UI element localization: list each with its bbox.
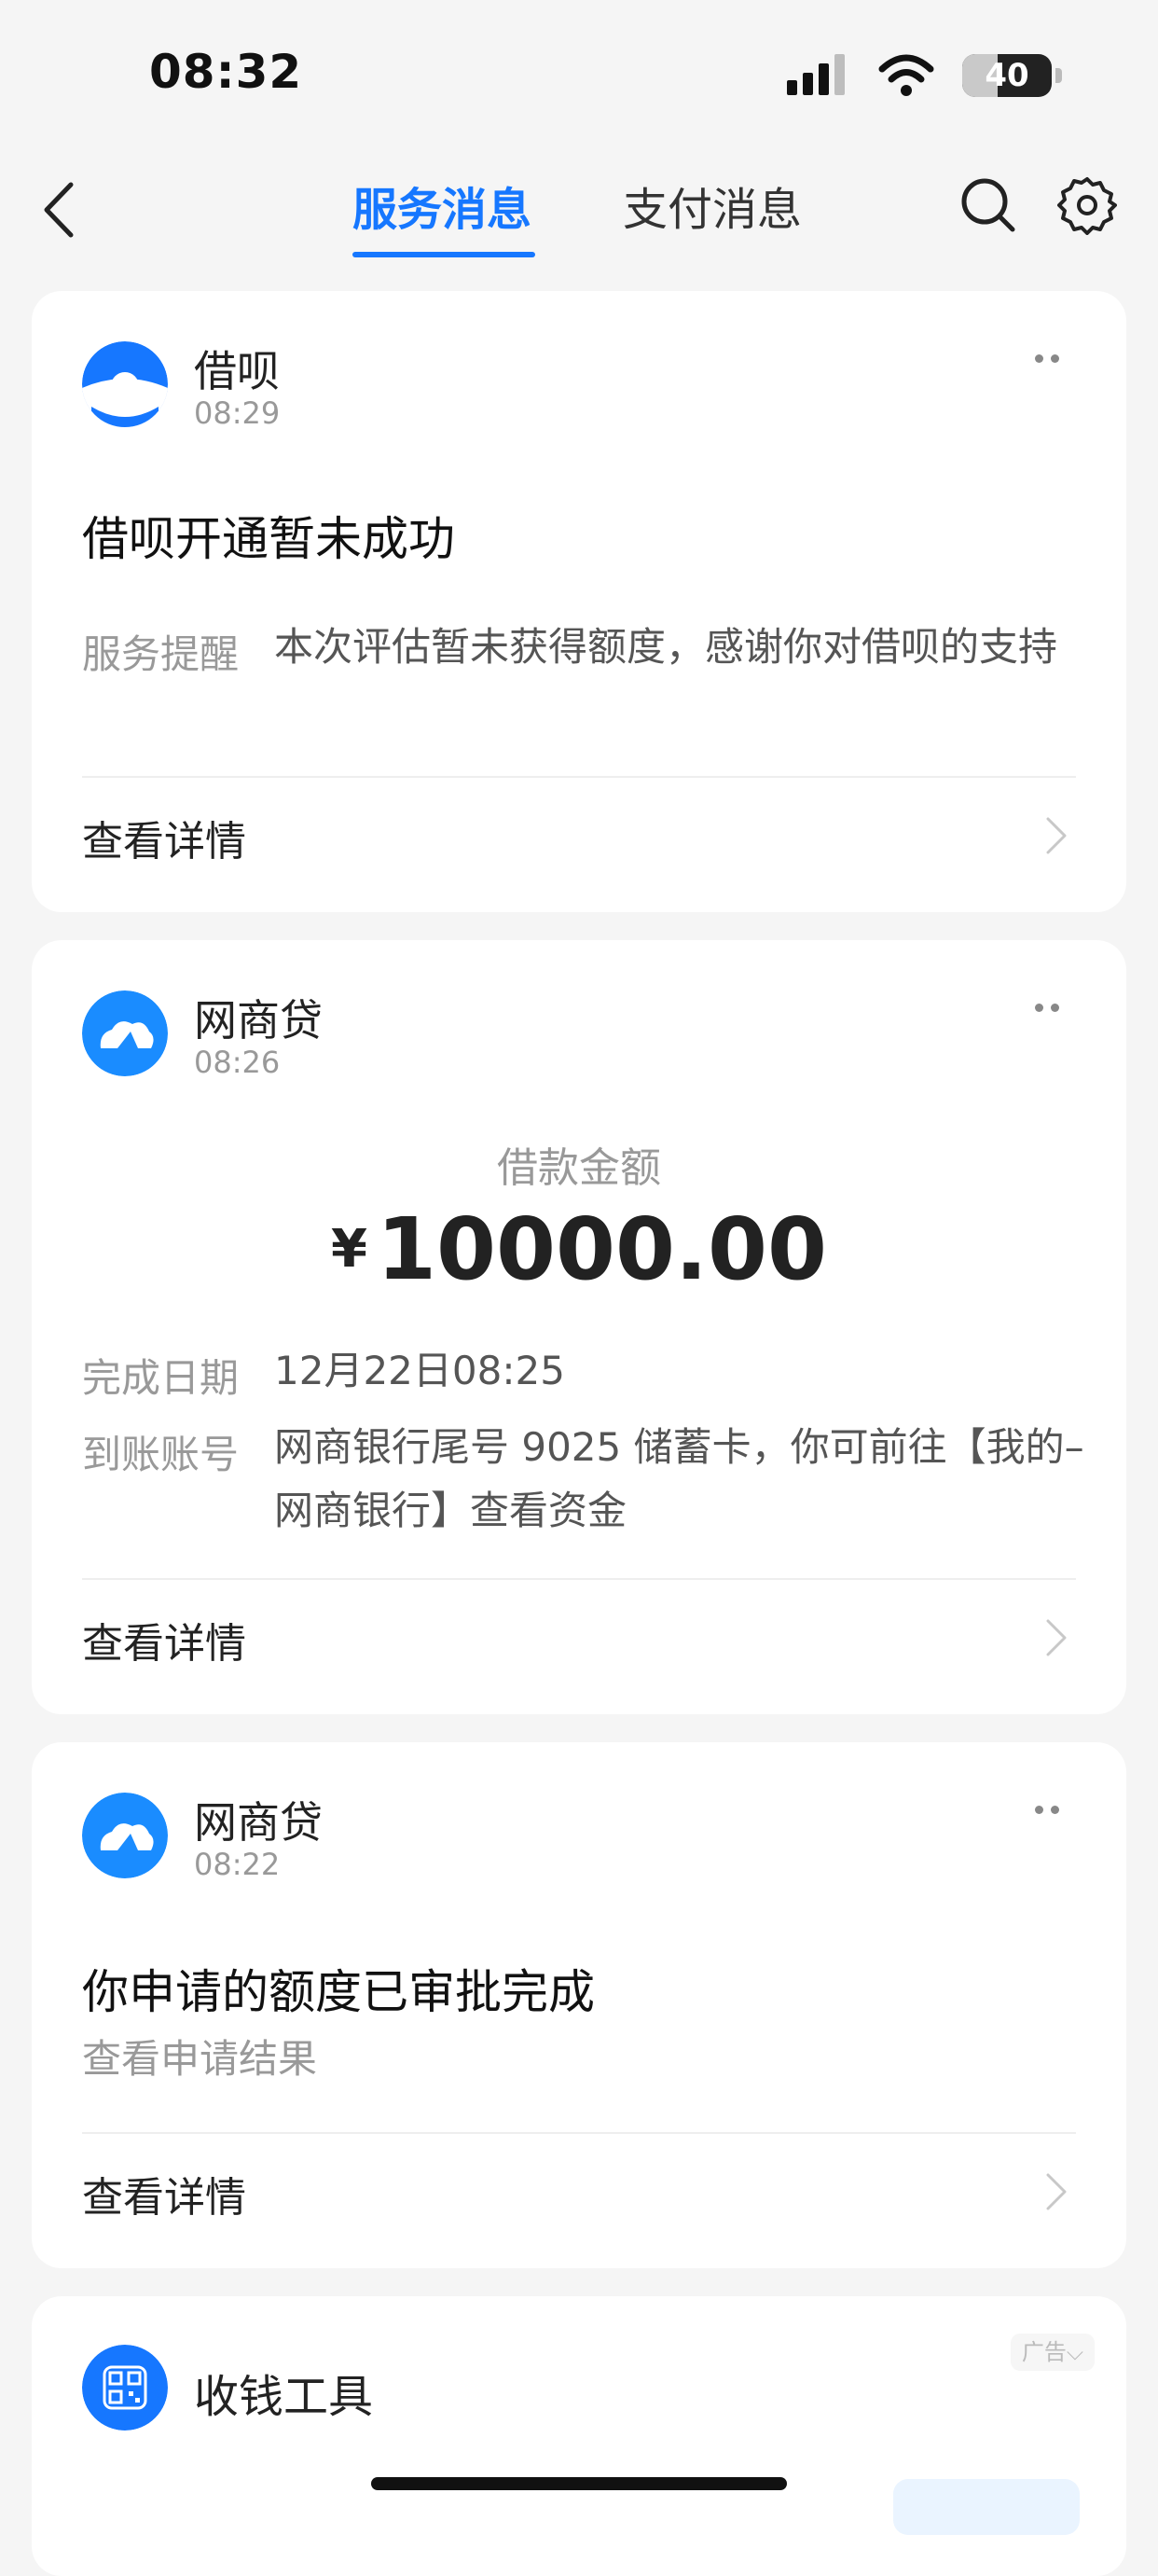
more-options-icon[interactable] [1035,998,1072,1017]
card-title: 借呗开通暂未成功 [82,512,455,566]
card-time: 08:26 [194,1045,281,1080]
card-time: 08:29 [194,395,281,431]
cellular-signal-icon [787,54,845,95]
loan-amount-label: 借款金额 [497,1144,661,1192]
ad-badge[interactable]: 广告⌵ [1011,2334,1095,2371]
loan-amount-value: 10000.00 [376,1199,827,1299]
view-details-label: 查看详情 [82,1620,246,1668]
wangshangdai-logo-icon [82,990,168,1076]
tab-service-messages[interactable]: 服务消息 [352,177,531,242]
card-time: 08:22 [194,1847,281,1882]
loan-amount: ¥10000.00 [32,1199,1126,1299]
message-card-jiebei[interactable]: 借呗 08:29 借呗开通暂未成功 服务提醒 本次评估暂未获得额度，感谢你对借呗… [32,291,1126,912]
ad-badge-label: 广告 [1021,2339,1067,2365]
status-time: 08:32 [149,45,303,99]
chevron-right-icon [1046,1619,1067,1656]
card-source-name: 网商贷 [194,1797,323,1848]
tab-payment-messages[interactable]: 支付消息 [623,177,802,242]
battery-icon: 40 [962,54,1052,97]
status-icons: 40 [785,52,1158,108]
card-title: 你申请的额度已审批完成 [82,1965,595,2019]
chevron-right-icon [1046,2173,1067,2210]
row-value-completion-date: 12月22日08:25 [274,1348,565,1393]
gear-icon[interactable] [1057,175,1117,235]
back-arrow-icon[interactable] [37,177,84,242]
ad-action-area[interactable] [893,2479,1080,2535]
jiebei-logo-icon [82,341,168,427]
view-details-label: 查看详情 [82,2174,246,2222]
row-value-service-reminder: 本次评估暂未获得额度，感谢你对借呗的支持 [274,624,1058,670]
wifi-icon [878,54,934,96]
row-label-service-reminder: 服务提醒 [82,631,240,677]
row-label-account: 到账账号 [82,1432,240,1477]
more-options-icon[interactable] [1035,1800,1072,1819]
more-options-icon[interactable] [1035,349,1072,367]
battery-percent: 40 [985,57,1029,94]
message-card-approval[interactable]: 网商贷 08:22 你申请的额度已审批完成 查看申请结果 查看详情 [32,1742,1126,2268]
view-details-row[interactable]: 查看详情 [32,1580,1126,1692]
view-details-row[interactable]: 查看详情 [32,2134,1126,2246]
home-indicator [371,2477,787,2490]
card-source-name: 收钱工具 [194,2371,374,2423]
wangshangdai-logo-icon [82,1793,168,1878]
card-source-name: 网商贷 [194,995,323,1046]
card-source-name: 借呗 [194,346,280,396]
row-value-account: 网商银行尾号 9025 储蓄卡，你可前往【我的–网商银行】查看资金 [274,1424,1084,1533]
chevron-right-icon [1046,817,1067,854]
qr-code-icon [82,2345,168,2431]
message-card-loan-amount[interactable]: 网商贷 08:26 借款金额 ¥10000.00 完成日期 12月22日08:2… [32,940,1126,1714]
card-subtitle: 查看申请结果 [82,2036,318,2082]
status-bar: 08:32 40 [0,0,1158,149]
message-card-payment-tool-ad[interactable]: 收钱工具 广告⌵ [32,2296,1126,2576]
view-details-row[interactable]: 查看详情 [32,778,1126,890]
currency-symbol: ¥ [330,1219,367,1280]
nav-bar: 服务消息 支付消息 [0,149,1158,270]
battery-tip [1055,68,1062,83]
search-icon[interactable] [958,175,1018,235]
active-tab-indicator [352,252,535,257]
row-label-completion-date: 完成日期 [82,1355,240,1401]
view-details-label: 查看详情 [82,818,246,866]
